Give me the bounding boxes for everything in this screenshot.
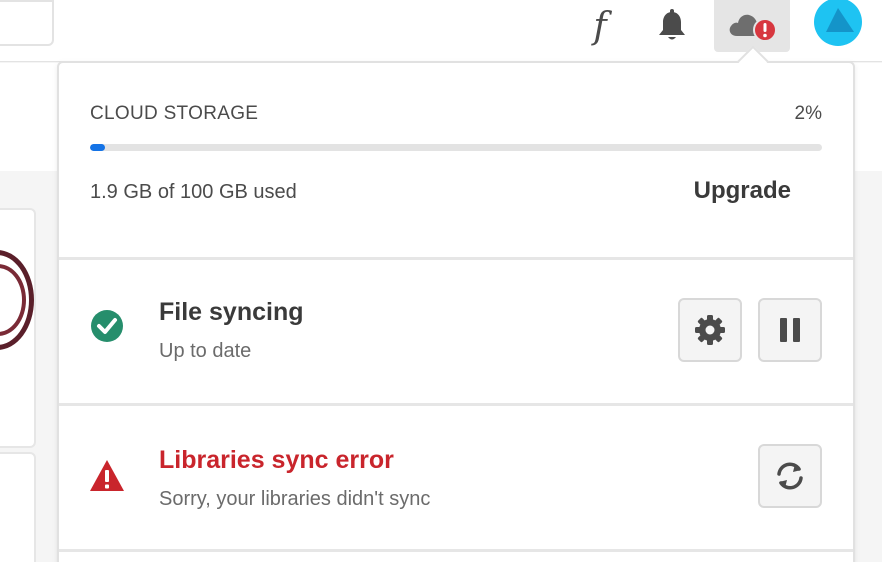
gear-icon xyxy=(695,315,725,345)
storage-title: CLOUD STORAGE xyxy=(90,103,259,124)
libraries-sync-message: Sorry, your libraries didn't sync xyxy=(159,488,431,510)
cloud-status-button[interactable] xyxy=(714,0,790,52)
storage-progress-fill xyxy=(90,144,105,151)
retry-sync-button[interactable] xyxy=(758,444,822,508)
pause-sync-button[interactable] xyxy=(758,298,822,362)
file-sync-title: File syncing xyxy=(159,298,304,326)
file-sync-row: File syncing Up to date xyxy=(59,260,853,404)
alert-triangle-icon xyxy=(90,460,124,491)
cloud-alert-icon xyxy=(729,14,777,42)
refresh-icon xyxy=(777,462,803,490)
fonts-icon[interactable]: f xyxy=(580,0,620,52)
libraries-sync-row: Libraries sync error Sorry, your librari… xyxy=(59,406,853,550)
divider xyxy=(59,549,853,552)
libraries-sync-title: Libraries sync error xyxy=(159,446,394,474)
storage-progress-bar xyxy=(90,144,822,151)
asset-card[interactable] xyxy=(0,452,36,562)
upgrade-button[interactable]: Upgrade xyxy=(694,177,791,205)
pause-icon xyxy=(780,318,800,342)
search-field[interactable] xyxy=(0,0,54,46)
sync-settings-button[interactable] xyxy=(678,298,742,362)
cloud-sync-popover: CLOUD STORAGE 2% 1.9 GB of 100 GB used U… xyxy=(57,61,855,562)
check-circle-icon xyxy=(91,310,123,342)
avatar[interactable] xyxy=(814,0,862,46)
storage-used-text: 1.9 GB of 100 GB used xyxy=(90,181,297,203)
bell-icon[interactable] xyxy=(652,0,692,52)
file-sync-status: Up to date xyxy=(159,340,252,362)
storage-percent: 2% xyxy=(794,103,822,124)
storage-section: CLOUD STORAGE 2% 1.9 GB of 100 GB used U… xyxy=(59,63,853,257)
